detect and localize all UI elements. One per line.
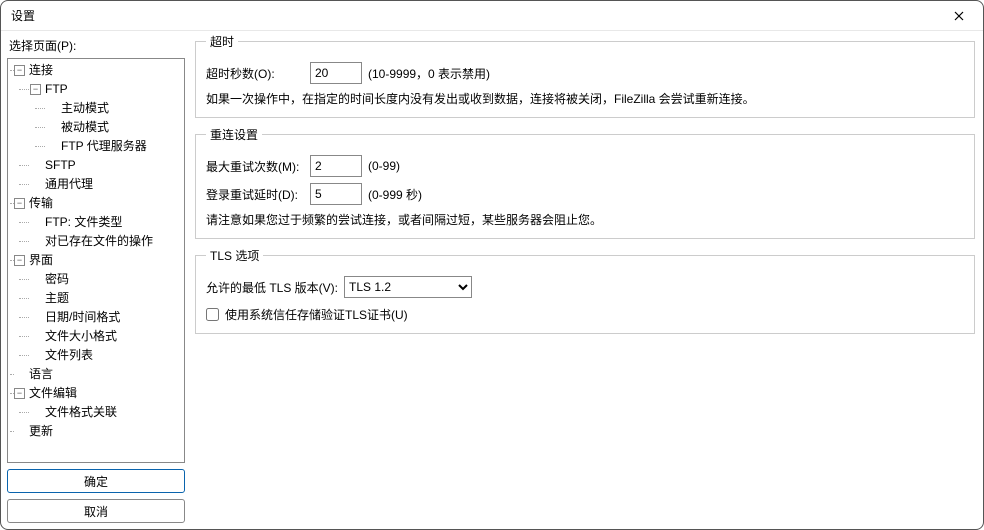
tree-item-file-editing[interactable]: − 文件编辑	[8, 384, 184, 403]
tls-trust-row[interactable]: 使用系统信任存储验证TLS证书(U)	[206, 306, 964, 323]
ok-button[interactable]: 确定	[7, 469, 185, 493]
tls-trust-checkbox[interactable]	[206, 308, 219, 321]
tree-item-filelist[interactable]: 文件列表	[8, 346, 184, 365]
collapse-icon[interactable]: −	[14, 65, 25, 76]
group-tls: TLS 选项 允许的最低 TLS 版本(V): TLS 1.2 使用系统信任存储…	[195, 247, 975, 334]
retry-delay-hint: (0-999 秒)	[368, 186, 422, 203]
row-tls-min: 允许的最低 TLS 版本(V): TLS 1.2	[206, 276, 964, 298]
sidebar: 选择页面(P): − 连接 − FTP 主动模式	[1, 31, 191, 529]
tree-item-update[interactable]: 更新	[8, 422, 184, 441]
tree-item-file-exists[interactable]: 对已存在文件的操作	[8, 232, 184, 251]
group-reconnect: 重连设置 最大重试次数(M): (0-99) 登录重试延时(D): (0-999…	[195, 126, 975, 239]
settings-window: 设置 选择页面(P): − 连接 − FTP	[0, 0, 984, 530]
retry-delay-label: 登录重试延时(D):	[206, 186, 304, 203]
collapse-icon[interactable]: −	[14, 255, 25, 266]
tree-item-active-mode[interactable]: 主动模式	[8, 99, 184, 118]
titlebar: 设置	[1, 1, 983, 31]
tree-item-language[interactable]: 语言	[8, 365, 184, 384]
tls-min-label: 允许的最低 TLS 版本(V):	[206, 279, 338, 296]
group-reconnect-legend: 重连设置	[206, 126, 262, 143]
row-timeout: 超时秒数(O): (10-9999，0 表示禁用)	[206, 62, 964, 84]
timeout-label: 超时秒数(O):	[206, 65, 304, 82]
sidebar-label: 选择页面(P):	[7, 33, 185, 58]
tree-item-theme[interactable]: 主题	[8, 289, 184, 308]
timeout-hint: (10-9999，0 表示禁用)	[368, 65, 490, 82]
group-timeout: 超时 超时秒数(O): (10-9999，0 表示禁用) 如果一次操作中，在指定…	[195, 33, 975, 118]
collapse-icon[interactable]: −	[30, 84, 41, 95]
row-retry-delay: 登录重试延时(D): (0-999 秒)	[206, 183, 964, 205]
collapse-icon[interactable]: −	[14, 198, 25, 209]
tree-item-ftp-filetypes[interactable]: FTP: 文件类型	[8, 213, 184, 232]
cancel-button[interactable]: 取消	[7, 499, 185, 523]
tree-item-passive-mode[interactable]: 被动模式	[8, 118, 184, 137]
tree-item-ftp-proxy[interactable]: FTP 代理服务器	[8, 137, 184, 156]
reconnect-note: 请注意如果您过于频繁的尝试连接，或者间隔过短，某些服务器会阻止您。	[206, 211, 964, 228]
tree-item-file-assoc[interactable]: 文件格式关联	[8, 403, 184, 422]
timeout-note: 如果一次操作中，在指定的时间长度内没有发出或收到数据，连接将被关闭，FileZi…	[206, 90, 964, 107]
max-retries-label: 最大重试次数(M):	[206, 158, 304, 175]
tree-item-ftp[interactable]: − FTP	[8, 80, 184, 99]
tree-item-connection[interactable]: − 连接	[8, 61, 184, 80]
collapse-icon[interactable]: −	[14, 388, 25, 399]
tree-item-sftp[interactable]: SFTP	[8, 156, 184, 175]
tree-item-interface[interactable]: − 界面	[8, 251, 184, 270]
group-timeout-legend: 超时	[206, 33, 238, 50]
close-icon	[954, 11, 964, 21]
window-title: 设置	[11, 7, 35, 24]
sidebar-buttons: 确定 取消	[7, 469, 185, 523]
group-tls-legend: TLS 选项	[206, 247, 263, 264]
tls-trust-label: 使用系统信任存储验证TLS证书(U)	[225, 306, 408, 323]
retry-delay-input[interactable]	[310, 183, 362, 205]
tree-item-filesize[interactable]: 文件大小格式	[8, 327, 184, 346]
max-retries-hint: (0-99)	[368, 159, 400, 173]
content: 选择页面(P): − 连接 − FTP 主动模式	[1, 31, 983, 529]
max-retries-input[interactable]	[310, 155, 362, 177]
tree-item-password[interactable]: 密码	[8, 270, 184, 289]
close-button[interactable]	[937, 2, 981, 30]
page-tree[interactable]: − 连接 − FTP 主动模式	[8, 59, 184, 443]
timeout-input[interactable]	[310, 62, 362, 84]
row-max-retries: 最大重试次数(M): (0-99)	[206, 155, 964, 177]
tls-min-select[interactable]: TLS 1.2	[344, 276, 472, 298]
main-panel: 超时 超时秒数(O): (10-9999，0 表示禁用) 如果一次操作中，在指定…	[191, 31, 983, 529]
tree-item-datetime[interactable]: 日期/时间格式	[8, 308, 184, 327]
tree-item-generic-proxy[interactable]: 通用代理	[8, 175, 184, 194]
tree-item-transfer[interactable]: − 传输	[8, 194, 184, 213]
tree-container: − 连接 − FTP 主动模式	[7, 58, 185, 463]
